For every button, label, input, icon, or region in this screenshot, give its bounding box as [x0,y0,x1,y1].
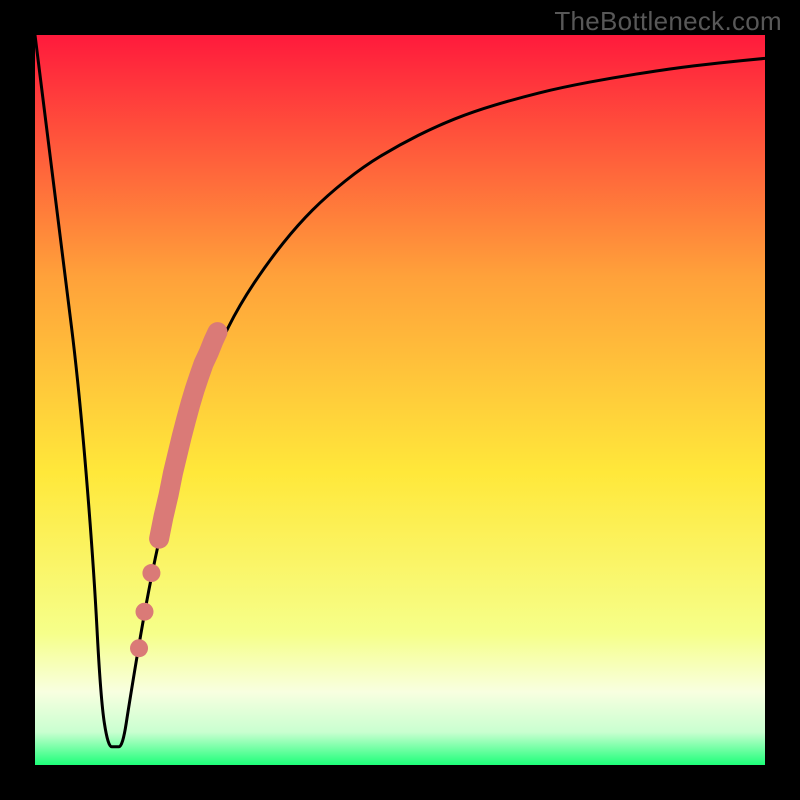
chart-frame: TheBottleneck.com [0,0,800,800]
isolated-marker [130,639,148,657]
plot-area [35,35,765,765]
isolated-marker [136,603,154,621]
isolated-marker [142,564,160,582]
plot-svg [35,35,765,765]
watermark-text: TheBottleneck.com [554,6,782,37]
